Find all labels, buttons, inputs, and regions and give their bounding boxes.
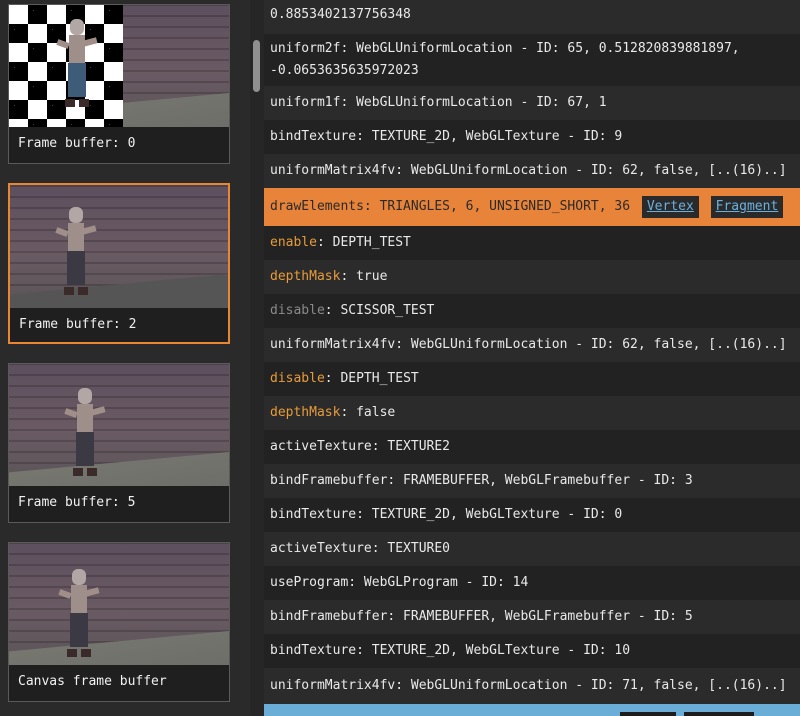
command-function: depthMask — [270, 269, 341, 284]
fragment-shader-link[interactable]: Fragment — [710, 196, 784, 218]
command-row[interactable]: uniformMatrix4fv: WebGLUniformLocation -… — [264, 668, 800, 704]
canvas-frame-buffer-thumbnail[interactable]: Canvas frame buffer — [8, 542, 230, 702]
thumbnail-caption: Frame buffer: 5 — [9, 486, 229, 520]
thumbnail-caption: Canvas frame buffer — [9, 665, 229, 699]
thumbnail-caption: Frame buffer: 0 — [9, 127, 229, 161]
command-args: : DEPTH_TEST — [316, 235, 411, 250]
command-row[interactable]: uniform2f: WebGLUniformLocation - ID: 65… — [264, 34, 800, 86]
command-args: : SCISSOR_TEST — [324, 303, 435, 318]
command-row[interactable]: bindTexture: TEXTURE_2D, WebGLTexture - … — [264, 634, 800, 668]
command-row[interactable]: uniformMatrix4fv: WebGLUniformLocation -… — [264, 328, 800, 362]
vertex-shader-link[interactable]: Vertex — [641, 196, 699, 218]
command-row[interactable]: disable: SCISSOR_TEST — [264, 294, 800, 328]
command-function: enable — [270, 235, 317, 250]
frame-buffer-thumbnail-2[interactable]: Frame buffer: 2 — [8, 183, 230, 344]
command-row[interactable]: useProgram: WebGLProgram - ID: 14 — [264, 566, 800, 600]
command-function: disable — [270, 303, 325, 318]
command-row[interactable]: bindFramebuffer: FRAMEBUFFER, WebGLFrame… — [264, 600, 800, 634]
command-function: depthMask — [270, 405, 341, 420]
frame-buffer-preview-image — [10, 185, 228, 308]
thumbnail-caption: Frame buffer: 2 — [10, 308, 228, 342]
selected-command-row-partial[interactable] — [264, 704, 800, 716]
command-row[interactable]: bindFramebuffer: FRAMEBUFFER, WebGLFrame… — [264, 464, 800, 498]
command-args: : DEPTH_TEST — [324, 371, 419, 386]
left-panel-scrollbar[interactable] — [250, 0, 264, 716]
command-args: : true — [340, 269, 388, 284]
command-row[interactable]: bindTexture: TEXTURE_2D, WebGLTexture - … — [264, 498, 800, 532]
command-args: : false — [340, 405, 396, 420]
command-row[interactable]: uniformMatrix4fv: WebGLUniformLocation -… — [264, 154, 800, 188]
command-text: drawElements: TRIANGLES, 6, UNSIGNED_SHO… — [270, 199, 631, 214]
frame-buffer-thumbnail-0[interactable]: Frame buffer: 0 — [8, 4, 230, 164]
fragment-shader-link-partial — [684, 712, 754, 716]
scrollbar-thumb[interactable] — [253, 40, 260, 92]
frame-buffer-list: Frame buffer: 0 Frame buffer: 2 Frame bu… — [0, 0, 250, 716]
command-row[interactable]: activeTexture: TEXTURE0 — [264, 532, 800, 566]
command-row[interactable]: 0.8853402137756348 — [264, 0, 800, 34]
vertex-shader-link-partial — [620, 712, 676, 716]
command-row[interactable]: bindTexture: TEXTURE_2D, WebGLTexture - … — [264, 120, 800, 154]
frame-buffer-preview-image — [9, 543, 229, 665]
command-row[interactable]: enable: DEPTH_TEST — [264, 226, 800, 260]
command-function: disable — [270, 371, 325, 386]
command-row[interactable]: activeTexture: TEXTURE2 — [264, 430, 800, 464]
frame-buffer-thumbnail-5[interactable]: Frame buffer: 5 — [8, 363, 230, 523]
command-row-draw-elements[interactable]: drawElements: TRIANGLES, 6, UNSIGNED_SHO… — [264, 188, 800, 226]
frame-buffer-preview-image — [9, 5, 229, 127]
command-row[interactable]: uniform1f: WebGLUniformLocation - ID: 67… — [264, 86, 800, 120]
command-row[interactable]: disable: DEPTH_TEST — [264, 362, 800, 396]
frame-buffer-preview-image — [9, 364, 229, 486]
command-list: 0.8853402137756348 uniform2f: WebGLUnifo… — [264, 0, 800, 716]
command-row[interactable]: depthMask: true — [264, 260, 800, 294]
command-row[interactable]: depthMask: false — [264, 396, 800, 430]
